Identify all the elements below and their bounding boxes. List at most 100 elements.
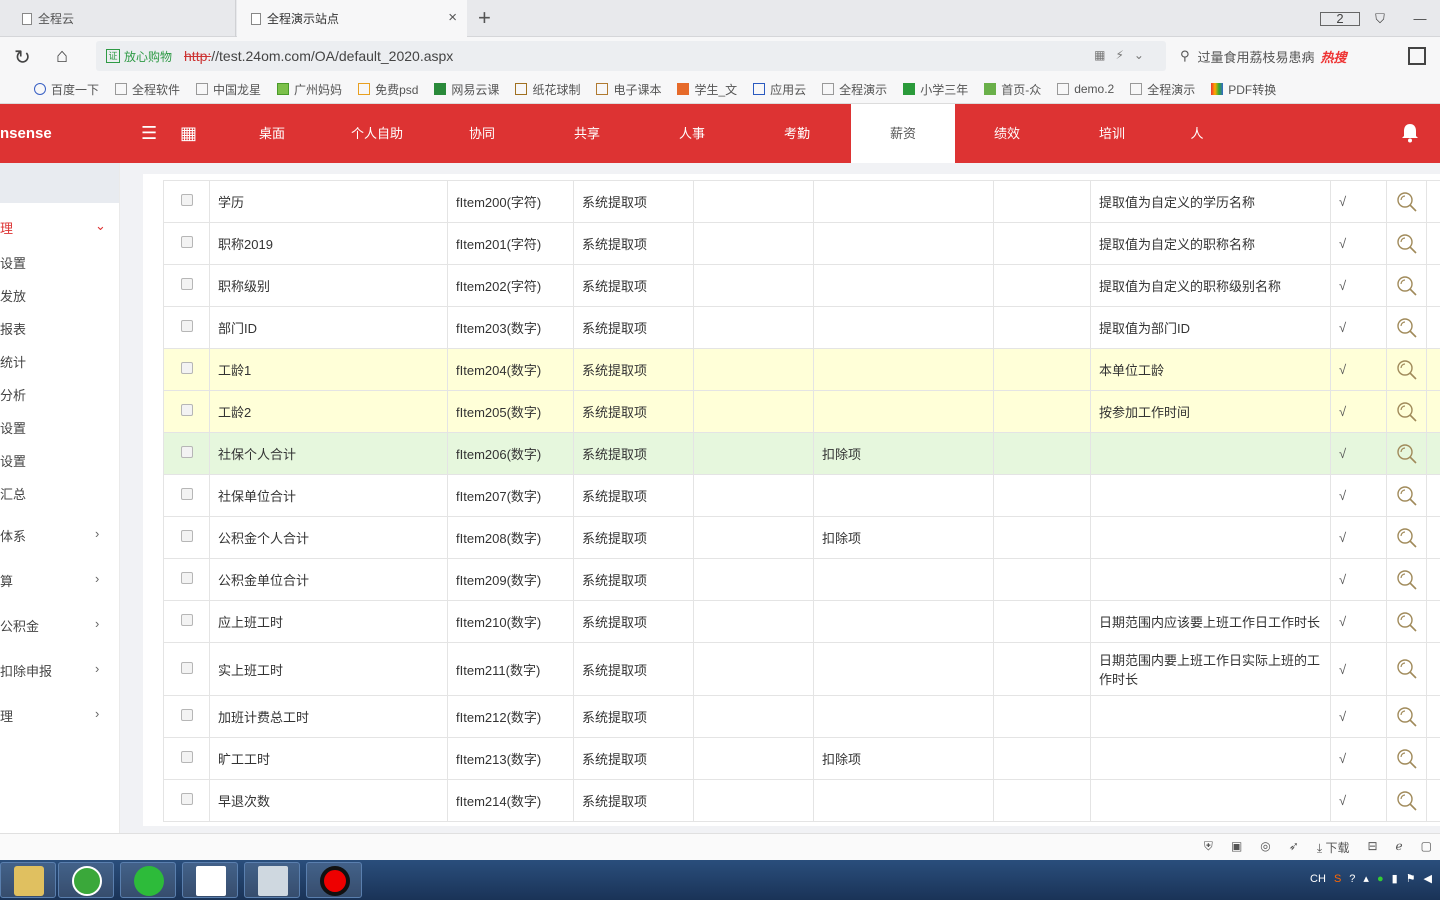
row-checkbox[interactable] xyxy=(180,488,193,500)
view-detail-icon[interactable] xyxy=(1396,443,1418,465)
row-checkbox[interactable] xyxy=(180,530,193,542)
sidebar-subitem[interactable]: 报表 xyxy=(0,319,26,338)
row-checkbox[interactable] xyxy=(180,793,193,805)
bookmark-item[interactable]: 电子课本 xyxy=(596,81,661,98)
home-icon[interactable]: ⌂ xyxy=(56,45,68,68)
nav-salary[interactable]: 薪资 xyxy=(851,104,955,163)
wechat-tray-icon[interactable]: ● xyxy=(1377,873,1384,885)
view-detail-icon[interactable] xyxy=(1396,658,1418,680)
shield-icon[interactable]: ⛨ xyxy=(1204,839,1213,856)
view-detail-icon[interactable] xyxy=(1396,706,1418,728)
bookmark-item[interactable]: 纸花球制 xyxy=(515,81,580,98)
sidebar-subitem[interactable]: 分析 xyxy=(0,385,26,404)
row-checkbox[interactable] xyxy=(180,404,193,416)
view-detail-icon[interactable] xyxy=(1396,611,1418,633)
taskbar-window[interactable] xyxy=(244,862,300,898)
nav-hr[interactable]: 人事 xyxy=(642,104,742,163)
sidebar-item-management[interactable]: 理 xyxy=(0,218,13,237)
split-icon[interactable]: ⊟ xyxy=(1367,839,1377,856)
sidebar-subitem[interactable]: 设置 xyxy=(0,418,26,437)
bookmark-item[interactable]: 百度一下 xyxy=(34,81,99,98)
view-detail-icon[interactable] xyxy=(1396,485,1418,507)
bookmark-item[interactable]: 全程演示 xyxy=(1130,81,1195,98)
view-detail-icon[interactable] xyxy=(1396,191,1418,213)
row-checkbox[interactable] xyxy=(180,614,193,626)
help-icon[interactable]: ? xyxy=(1349,873,1355,885)
ie-icon[interactable]: ℯ xyxy=(1396,839,1403,856)
bookmark-item[interactable]: 广州妈妈 xyxy=(277,81,342,98)
row-checkbox[interactable] xyxy=(180,362,193,374)
row-checkbox[interactable] xyxy=(180,661,193,674)
sidebar-item-deduction[interactable]: 扣除申报 xyxy=(0,661,52,680)
row-checkbox[interactable] xyxy=(180,572,193,584)
nav-self-service[interactable]: 个人自助 xyxy=(327,104,427,163)
nav-attendance[interactable]: 考勤 xyxy=(747,104,847,163)
taskbar-recorder[interactable] xyxy=(306,862,362,898)
view-detail-icon[interactable] xyxy=(1396,275,1418,297)
row-checkbox[interactable] xyxy=(180,236,193,248)
tab-count-button[interactable]: 2 xyxy=(1320,11,1360,26)
translate-icon[interactable]: ◎ xyxy=(1260,839,1270,856)
bookmark-item[interactable]: 小学三年 xyxy=(903,81,968,98)
view-detail-icon[interactable] xyxy=(1396,527,1418,549)
search-box[interactable]: ⚲ 过量食用荔枝易患病 热搜 xyxy=(1180,42,1390,70)
wifi-icon[interactable]: ▮ xyxy=(1392,872,1398,885)
shirt-icon[interactable]: ⛉ xyxy=(1360,11,1400,27)
row-checkbox[interactable] xyxy=(180,194,193,206)
list-menu-icon[interactable]: ☰ xyxy=(141,123,157,144)
url-field[interactable]: 证 放心购物 http://test.24om.com/OA/default_2… xyxy=(96,41,1166,71)
image-icon[interactable]: ▣ xyxy=(1231,839,1242,856)
taskbar-explorer[interactable] xyxy=(0,862,56,898)
bookmark-item[interactable]: PDF转换 xyxy=(1211,81,1276,98)
sidebar-subitem[interactable]: 发放 xyxy=(0,286,26,305)
apps-grid-icon[interactable] xyxy=(1408,47,1426,65)
view-detail-icon[interactable] xyxy=(1396,359,1418,381)
view-detail-icon[interactable] xyxy=(1396,317,1418,339)
row-checkbox[interactable] xyxy=(180,751,193,763)
sidebar-subitem[interactable]: 统计 xyxy=(0,352,26,371)
taskbar-wechat[interactable] xyxy=(120,862,176,898)
flag-icon[interactable]: ⚑ xyxy=(1406,872,1416,885)
view-detail-icon[interactable] xyxy=(1396,401,1418,423)
window-icon[interactable]: ▢ xyxy=(1421,839,1432,856)
new-tab-icon[interactable]: + xyxy=(478,5,491,31)
close-tab-icon[interactable]: × xyxy=(448,9,457,26)
nav-training[interactable]: 培训 xyxy=(1062,104,1162,163)
taskbar-browser[interactable] xyxy=(58,862,114,898)
download-button[interactable]: ⤓ 下载 xyxy=(1317,839,1350,856)
browser-tab-1[interactable]: 全程云 xyxy=(0,0,236,37)
sidebar-item-system[interactable]: 体系 xyxy=(0,526,26,545)
bookmark-item[interactable]: 应用云 xyxy=(753,81,806,98)
speed-icon[interactable]: ➶ xyxy=(1289,839,1299,856)
language-indicator[interactable]: CH xyxy=(1310,873,1326,885)
volume-icon[interactable]: ◀ xyxy=(1424,872,1432,885)
row-checkbox[interactable] xyxy=(180,709,193,721)
secure-shopping-indicator[interactable]: 证 放心购物 xyxy=(106,48,172,65)
row-checkbox[interactable] xyxy=(180,278,193,290)
view-detail-icon[interactable] xyxy=(1396,233,1418,255)
network-icon[interactable]: ▴ xyxy=(1363,872,1369,885)
nav-collaboration[interactable]: 协同 xyxy=(432,104,532,163)
nav-sharing[interactable]: 共享 xyxy=(537,104,637,163)
taskbar-app[interactable] xyxy=(182,862,238,898)
minimize-icon[interactable]: — xyxy=(1400,11,1440,26)
grid-menu-icon[interactable]: ▦ xyxy=(180,123,197,144)
refresh-icon[interactable]: ↻ xyxy=(14,45,31,70)
bookmark-item[interactable]: 全程软件 xyxy=(115,81,180,98)
sidebar-subitem[interactable]: 汇总 xyxy=(0,484,26,503)
row-checkbox[interactable] xyxy=(180,446,193,458)
view-detail-icon[interactable] xyxy=(1396,748,1418,770)
bookmark-item[interactable]: demo.2 xyxy=(1057,82,1114,96)
bookmark-item[interactable]: 中国龙星 xyxy=(196,81,261,98)
view-detail-icon[interactable] xyxy=(1396,569,1418,591)
view-detail-icon[interactable] xyxy=(1396,790,1418,812)
sogou-icon[interactable]: S xyxy=(1334,873,1341,885)
sidebar-subitem[interactable]: 设置 xyxy=(0,451,26,470)
bookmark-item[interactable]: 全程演示 xyxy=(822,81,887,98)
bookmark-item[interactable]: 学生_文 xyxy=(677,81,737,98)
bell-icon[interactable] xyxy=(1401,123,1419,143)
bookmark-item[interactable]: 网易云课 xyxy=(434,81,499,98)
sidebar-item-fund[interactable]: 公积金 xyxy=(0,616,39,635)
nav-performance[interactable]: 绩效 xyxy=(957,104,1057,163)
row-checkbox[interactable] xyxy=(180,320,193,332)
